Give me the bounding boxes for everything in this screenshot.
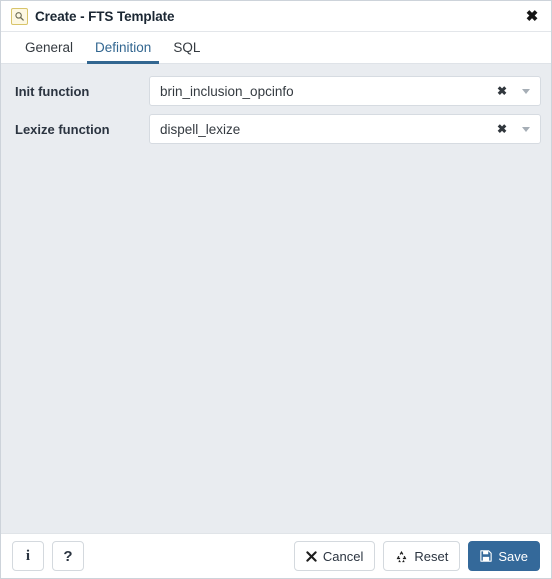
definition-tab-panel: Init function brin_inclusion_opcinfo ✖ L… <box>1 64 551 533</box>
lexize-function-select[interactable]: dispell_lexize ✖ <box>149 114 541 144</box>
tab-general[interactable]: General <box>14 32 84 63</box>
init-function-label: Init function <box>15 83 90 99</box>
cancel-button[interactable]: Cancel <box>293 541 376 571</box>
field-row-lexize-function: Lexize function dispell_lexize ✖ <box>1 114 551 144</box>
footer-left-group: i ? <box>12 541 84 571</box>
save-button[interactable]: Save <box>468 541 540 571</box>
recycle-icon <box>395 550 408 563</box>
tab-definition[interactable]: Definition <box>84 32 162 64</box>
field-row-init-function: Init function brin_inclusion_opcinfo ✖ <box>1 76 551 106</box>
cancel-button-label: Cancel <box>322 548 364 564</box>
help-icon-button[interactable]: ? <box>52 541 84 571</box>
create-fts-template-dialog: Create - FTS Template ✖ General Definiti… <box>0 0 552 579</box>
init-function-select[interactable]: brin_inclusion_opcinfo ✖ <box>149 76 541 106</box>
reset-button[interactable]: Reset <box>383 541 461 571</box>
tab-sql[interactable]: SQL <box>162 32 211 63</box>
reset-button-label: Reset <box>414 548 449 564</box>
init-function-value: brin_inclusion_opcinfo <box>160 83 294 99</box>
footer-right-group: Cancel Reset Save <box>293 541 540 571</box>
save-button-label: Save <box>498 548 528 564</box>
info-icon-button[interactable]: i <box>12 541 44 571</box>
dialog-title: Create - FTS Template <box>35 8 175 24</box>
close-icon[interactable]: ✖ <box>521 5 543 27</box>
close-x-icon <box>306 550 317 562</box>
lexize-function-label: Lexize function <box>15 121 110 137</box>
dialog-tabs: General Definition SQL <box>1 32 551 64</box>
chevron-down-icon[interactable] <box>516 88 536 94</box>
lexize-function-value: dispell_lexize <box>160 121 241 137</box>
clear-icon[interactable]: ✖ <box>493 85 511 97</box>
chevron-down-icon[interactable] <box>516 126 536 132</box>
floppy-disk-icon <box>480 550 493 562</box>
dialog-footer: i ? Cancel Reset Save <box>1 533 551 578</box>
fts-template-icon <box>11 7 28 25</box>
dialog-titlebar: Create - FTS Template ✖ <box>1 1 551 32</box>
clear-icon[interactable]: ✖ <box>493 123 511 135</box>
